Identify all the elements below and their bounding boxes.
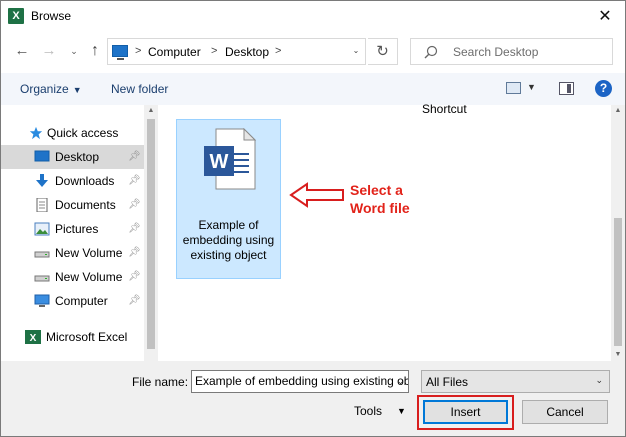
pin-icon[interactable]: 📌︎ [128,271,141,282]
file-list-scrollbar[interactable]: ▲ ▼ [611,105,625,361]
svg-text:W: W [210,151,229,173]
nav-item-desktop[interactable]: Desktop 📌︎ [1,145,144,169]
drive-icon [34,251,50,258]
nav-item-label: Downloads [55,174,115,188]
navigation-scrollbar[interactable]: ▲ [144,105,158,361]
dialog-footer: File name: Example of embedding using ex… [1,361,625,436]
scrollbar-thumb[interactable] [147,119,155,349]
chevron-right-icon[interactable]: > [211,45,217,57]
file-name-dropdown-chevron-icon[interactable]: ⌄ [393,371,408,392]
window-title: Browse [31,9,72,23]
drive-icon [34,275,50,282]
pin-icon[interactable]: 📌︎ [128,247,141,258]
nav-item-label: New Volume [55,270,123,284]
refresh-button[interactable]: ↻ [368,38,398,65]
annotation-line-2: Word file [350,200,410,216]
address-dropdown-chevron-icon[interactable]: ⌄ [347,38,365,65]
pin-icon[interactable]: 📌︎ [128,199,141,210]
new-folder-button[interactable]: New folder [111,82,168,96]
file-type-value: All Files [426,375,469,389]
command-toolbar: Organize ▼ New folder ▼ ? [1,73,625,105]
scroll-down-arrow-icon[interactable]: ▼ [611,349,625,361]
svg-text:X: X [30,333,37,344]
annotation-line-1: Select a [350,182,403,198]
nav-item-pictures[interactable]: Pictures 📌︎ [1,217,144,241]
scroll-up-arrow-icon[interactable]: ▲ [144,105,158,117]
chevron-right-icon[interactable]: > [135,45,141,57]
documents-icon [36,198,48,212]
chevron-down-icon: ▼ [72,85,82,95]
view-options-chevron-icon[interactable]: ▼ [527,82,536,92]
help-icon[interactable]: ? [595,80,612,97]
recent-locations-chevron-icon[interactable]: ⌄ [65,42,83,60]
nav-item-label: Pictures [55,222,99,236]
browse-dialog: X Browse ✕ ← → ⌄ ↑ > Computer > Desktop … [0,0,626,437]
organize-label: Organize [20,82,69,96]
back-arrow-icon[interactable]: ← [13,42,31,60]
scrollbar-thumb[interactable] [614,218,622,346]
computer-icon [112,45,128,60]
search-placeholder: Search Desktop [453,45,539,59]
chevron-right-icon[interactable]: > [275,45,281,57]
left-arrow-annotation-icon [289,182,344,208]
search-icon [424,45,438,59]
preview-pane-icon[interactable] [559,82,574,95]
nav-item-label: Desktop [55,150,100,164]
nav-item-microsoft-excel[interactable]: X Microsoft Excel [1,325,144,349]
excel-icon: X [8,8,24,24]
pin-icon[interactable]: 📌︎ [128,223,141,234]
nav-item-new-volume-1[interactable]: New Volume 📌︎ [1,241,144,265]
download-icon [36,174,48,187]
file-list: Shortcut W Example of embedding using ex… [158,102,611,361]
annotation-text: Select a Word file [350,181,430,217]
partial-item-label[interactable]: Shortcut [422,102,467,116]
file-name-label: File name: [132,375,189,389]
organize-button[interactable]: Organize ▼ [20,82,82,96]
nav-item-documents[interactable]: Documents 📌︎ [1,193,144,217]
tools-button[interactable]: Tools [354,404,382,418]
title-bar: X Browse ✕ [1,1,625,32]
nav-item-label: New Volume [55,246,123,260]
scroll-up-arrow-icon[interactable]: ▲ [611,105,625,117]
excel-icon: X [25,330,41,344]
chevron-down-icon: ⌄ [595,375,603,385]
file-item-selected[interactable]: W Example of embedding using existing ob… [176,119,281,279]
close-button[interactable]: ✕ [585,1,625,32]
pin-icon[interactable]: 📌︎ [128,295,141,306]
desktop-icon [34,150,50,162]
cancel-button[interactable]: Cancel [522,400,608,424]
insert-button[interactable]: Insert [423,400,508,424]
up-arrow-icon[interactable]: ↑ [86,42,104,60]
star-icon [29,126,43,140]
nav-item-label: Quick access [47,126,119,140]
computer-icon [34,294,50,307]
pictures-icon [34,222,50,236]
nav-item-new-volume-2[interactable]: New Volume 📌︎ [1,265,144,289]
nav-item-label: Computer [55,294,108,308]
nav-item-downloads[interactable]: Downloads 📌︎ [1,169,144,193]
pin-icon[interactable]: 📌︎ [128,151,141,162]
change-view-icon[interactable] [506,82,521,94]
breadcrumb-computer[interactable]: Computer [148,45,201,59]
nav-item-quick-access[interactable]: Quick access [1,121,144,145]
tools-chevron-down-icon[interactable]: ▼ [397,406,406,416]
file-name-field[interactable]: Example of embedding using existing obje… [191,370,409,393]
nav-item-computer[interactable]: Computer 📌︎ [1,289,144,313]
nav-item-label: Microsoft Excel [46,330,128,344]
pin-icon[interactable]: 📌︎ [128,175,141,186]
nav-item-label: Documents [55,198,116,212]
breadcrumb-desktop[interactable]: Desktop [225,45,269,59]
search-input[interactable]: Search Desktop [410,38,613,65]
file-type-select[interactable]: All Files ⌄ [421,370,610,393]
forward-arrow-icon[interactable]: → [40,42,58,60]
file-item-name: Example of embedding using existing obje… [182,218,275,262]
address-bar[interactable]: > Computer > Desktop > [107,38,366,65]
word-document-icon: W [204,128,256,190]
navigation-pane: Quick access Desktop 📌︎ Downloads 📌︎ Doc… [1,105,158,361]
